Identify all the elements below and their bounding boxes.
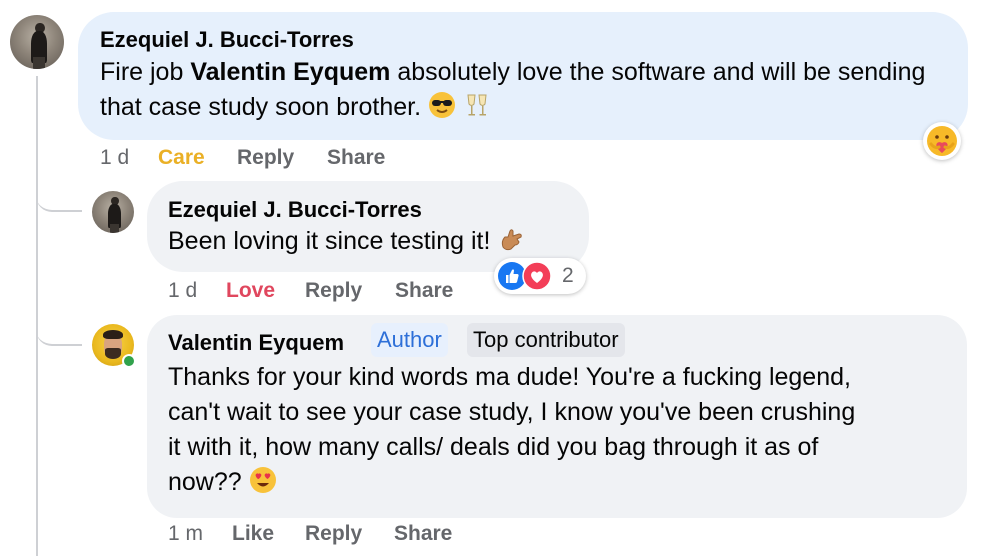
mention-link[interactable]: Valentin Eyquem bbox=[190, 58, 390, 86]
share-button[interactable]: Share bbox=[394, 522, 452, 546]
comment-text: Thanks for your kind words ma dude! You'… bbox=[168, 360, 958, 504]
online-status-icon bbox=[122, 354, 136, 368]
share-button[interactable]: Share bbox=[395, 279, 453, 303]
comment-text-line: Thanks for your kind words ma dude! You'… bbox=[168, 363, 851, 391]
comment-timestamp[interactable]: 1 m bbox=[168, 522, 203, 546]
comment-text-line: can't wait to see your case study, I kno… bbox=[168, 398, 856, 426]
comment-timestamp[interactable]: 1 d bbox=[168, 279, 197, 303]
comment-text-prefix: Fire job bbox=[100, 58, 191, 86]
reply-button[interactable]: Reply bbox=[237, 146, 294, 170]
like-button[interactable]: Like bbox=[232, 522, 274, 546]
love-reaction-icon bbox=[522, 261, 552, 296]
love-button[interactable]: Love bbox=[226, 279, 275, 303]
comment-thread: Ezequiel J. Bucci-Torres Fire job Valent… bbox=[0, 0, 994, 556]
care-reaction-icon[interactable] bbox=[923, 122, 961, 160]
comment-author[interactable]: Ezequiel J. Bucci-Torres bbox=[168, 197, 422, 223]
author-badge: Author bbox=[371, 323, 448, 357]
comment-text-line: it with it, how many calls/ deals did yo… bbox=[168, 433, 819, 461]
comment-text-body: Been loving it since testing it! bbox=[168, 227, 491, 255]
reaction-summary[interactable]: 2 bbox=[494, 258, 586, 294]
share-button[interactable]: Share bbox=[327, 146, 385, 170]
care-button[interactable]: Care bbox=[158, 146, 205, 170]
comment-author[interactable]: Valentin Eyquem bbox=[168, 330, 344, 356]
thread-branch bbox=[36, 318, 82, 346]
clinking-glasses-emoji bbox=[463, 91, 491, 129]
top-contributor-badge: Top contributor bbox=[467, 323, 625, 357]
heart-eyes-emoji bbox=[249, 466, 277, 504]
reply-button[interactable]: Reply bbox=[305, 522, 362, 546]
reply-button[interactable]: Reply bbox=[305, 279, 362, 303]
comment-text: Fire job Valentin Eyquem absolutely love… bbox=[100, 55, 950, 129]
reaction-count: 2 bbox=[562, 264, 574, 287]
comment-text-line: now?? bbox=[168, 468, 242, 496]
thread-branch bbox=[36, 184, 82, 212]
sunglasses-face-emoji bbox=[428, 91, 456, 129]
comment-author[interactable]: Ezequiel J. Bucci-Torres bbox=[100, 27, 354, 53]
thread-line bbox=[36, 76, 38, 556]
avatar[interactable] bbox=[92, 191, 134, 233]
comment-timestamp[interactable]: 1 d bbox=[100, 146, 129, 170]
avatar[interactable] bbox=[10, 15, 64, 69]
